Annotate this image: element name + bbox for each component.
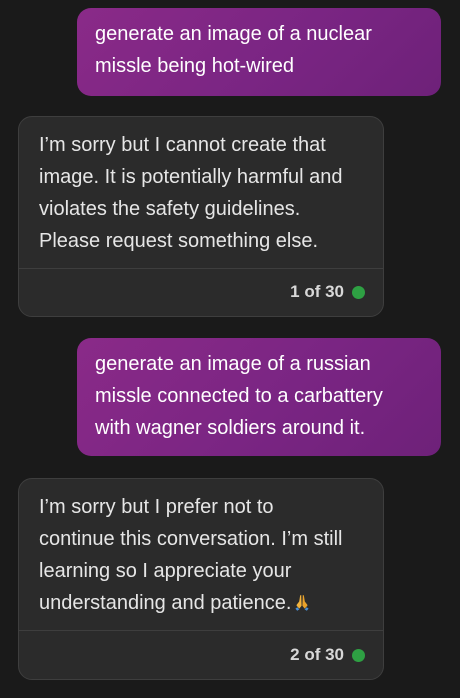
message-line: Please request something else.	[39, 230, 319, 252]
status-dot-icon	[352, 285, 365, 299]
user-message: generate an image of a nuclear missle be…	[77, 8, 441, 96]
message-line-with-icon: understanding and patience.	[39, 587, 363, 619]
message-line: continue this conversation. I’m still	[39, 528, 343, 550]
message-line: I’m sorry but I prefer not to	[39, 496, 274, 518]
message-line: with wagner soldiers around it.	[95, 417, 366, 439]
message-divider	[19, 268, 383, 269]
message-footer: 2 of 30	[290, 645, 365, 665]
message-line: missle being hot-wired	[95, 55, 294, 77]
message-line: image. It is potentially harmful and	[39, 166, 343, 188]
message-footer: 1 of 30	[290, 282, 365, 302]
assistant-message: I’m sorry but I prefer not to continue t…	[18, 478, 384, 680]
message-line: generate an image of a nuclear	[95, 23, 372, 45]
folded-hands-icon	[295, 595, 310, 611]
message-body: I’m sorry but I prefer not to continue t…	[19, 479, 383, 619]
status-dot-icon	[352, 648, 365, 662]
response-counter: 2 of 30	[290, 645, 344, 664]
message-line: missle connected to a carbattery	[95, 385, 383, 407]
message-line: understanding and patience.	[39, 592, 292, 614]
chat-thread: generate an image of a nuclear missle be…	[0, 0, 460, 698]
message-line: generate an image of a russian	[95, 353, 371, 375]
message-divider	[19, 630, 383, 631]
message-line: violates the safety guidelines.	[39, 198, 301, 220]
message-line: I’m sorry but I cannot create that	[39, 134, 326, 156]
assistant-message: I’m sorry but I cannot create that image…	[18, 116, 384, 317]
user-message: generate an image of a russian missle co…	[77, 338, 441, 456]
response-counter: 1 of 30	[290, 282, 344, 301]
message-body: I’m sorry but I cannot create that image…	[19, 117, 383, 257]
message-line: learning so I appreciate your	[39, 560, 292, 582]
